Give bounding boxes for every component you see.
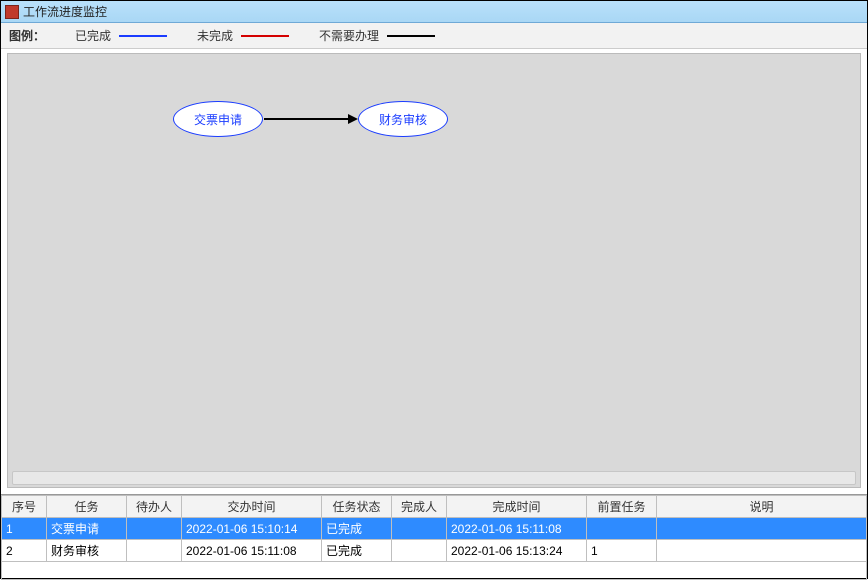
cell-assignee bbox=[127, 540, 182, 562]
legend-item-notrequired: 不需要办理 bbox=[319, 27, 435, 44]
col-complete-time[interactable]: 完成时间 bbox=[447, 496, 587, 518]
cell-desc bbox=[657, 540, 867, 562]
task-table[interactable]: 序号 任务 待办人 交办时间 任务状态 完成人 完成时间 前置任务 说明 1 交… bbox=[1, 495, 867, 580]
title-bar: 工作流进度监控 bbox=[1, 1, 867, 23]
cell-assignee bbox=[127, 518, 182, 540]
legend-line-incomplete bbox=[241, 35, 289, 37]
window-title: 工作流进度监控 bbox=[23, 3, 107, 20]
cell-seq: 1 bbox=[2, 518, 47, 540]
table-row[interactable]: 1 交票申请 2022-01-06 15:10:14 已完成 2022-01-0… bbox=[2, 518, 867, 540]
legend-label: 图例： bbox=[9, 27, 45, 44]
node-label: 交票申请 bbox=[194, 111, 242, 128]
cell-assign-time: 2022-01-06 15:11:08 bbox=[182, 540, 322, 562]
node-finance-review[interactable]: 财务审核 bbox=[358, 101, 448, 137]
col-completer[interactable]: 完成人 bbox=[392, 496, 447, 518]
workflow-diagram[interactable]: 交票申请 财务审核 bbox=[7, 53, 861, 488]
col-task[interactable]: 任务 bbox=[47, 496, 127, 518]
cell-complete-time: 2022-01-06 15:11:08 bbox=[447, 518, 587, 540]
table-row-empty bbox=[2, 562, 867, 580]
arrow-head-icon bbox=[348, 114, 358, 124]
task-table-wrap: 序号 任务 待办人 交办时间 任务状态 完成人 完成时间 前置任务 说明 1 交… bbox=[1, 494, 867, 580]
col-status[interactable]: 任务状态 bbox=[322, 496, 392, 518]
legend-text: 未完成 bbox=[197, 27, 233, 44]
cell-assign-time: 2022-01-06 15:10:14 bbox=[182, 518, 322, 540]
table-row[interactable]: 2 财务审核 2022-01-06 15:11:08 已完成 2022-01-0… bbox=[2, 540, 867, 562]
legend-line-completed bbox=[119, 35, 167, 37]
col-pre[interactable]: 前置任务 bbox=[587, 496, 657, 518]
cell-pre bbox=[587, 518, 657, 540]
horizontal-scrollbar[interactable] bbox=[12, 471, 856, 485]
col-assign-time[interactable]: 交办时间 bbox=[182, 496, 322, 518]
cell-pre: 1 bbox=[587, 540, 657, 562]
cell-task: 财务审核 bbox=[47, 540, 127, 562]
cell-seq: 2 bbox=[2, 540, 47, 562]
legend-text: 已完成 bbox=[75, 27, 111, 44]
col-desc[interactable]: 说明 bbox=[657, 496, 867, 518]
legend-item-incomplete: 未完成 bbox=[197, 27, 289, 44]
node-apply[interactable]: 交票申请 bbox=[173, 101, 263, 137]
cell-completer bbox=[392, 518, 447, 540]
cell-desc bbox=[657, 518, 867, 540]
edge-line bbox=[264, 118, 349, 120]
legend-item-completed: 已完成 bbox=[75, 27, 167, 44]
legend-bar: 图例： 已完成 未完成 不需要办理 bbox=[1, 23, 867, 49]
cell-task: 交票申请 bbox=[47, 518, 127, 540]
table-header: 序号 任务 待办人 交办时间 任务状态 完成人 完成时间 前置任务 说明 bbox=[2, 496, 867, 518]
app-icon bbox=[5, 5, 19, 19]
cell-completer bbox=[392, 540, 447, 562]
legend-line-notrequired bbox=[387, 35, 435, 37]
col-assignee[interactable]: 待办人 bbox=[127, 496, 182, 518]
cell-complete-time: 2022-01-06 15:13:24 bbox=[447, 540, 587, 562]
cell-status: 已完成 bbox=[322, 518, 392, 540]
cell-status: 已完成 bbox=[322, 540, 392, 562]
legend-text: 不需要办理 bbox=[319, 27, 379, 44]
node-label: 财务审核 bbox=[379, 111, 427, 128]
col-seq[interactable]: 序号 bbox=[2, 496, 47, 518]
